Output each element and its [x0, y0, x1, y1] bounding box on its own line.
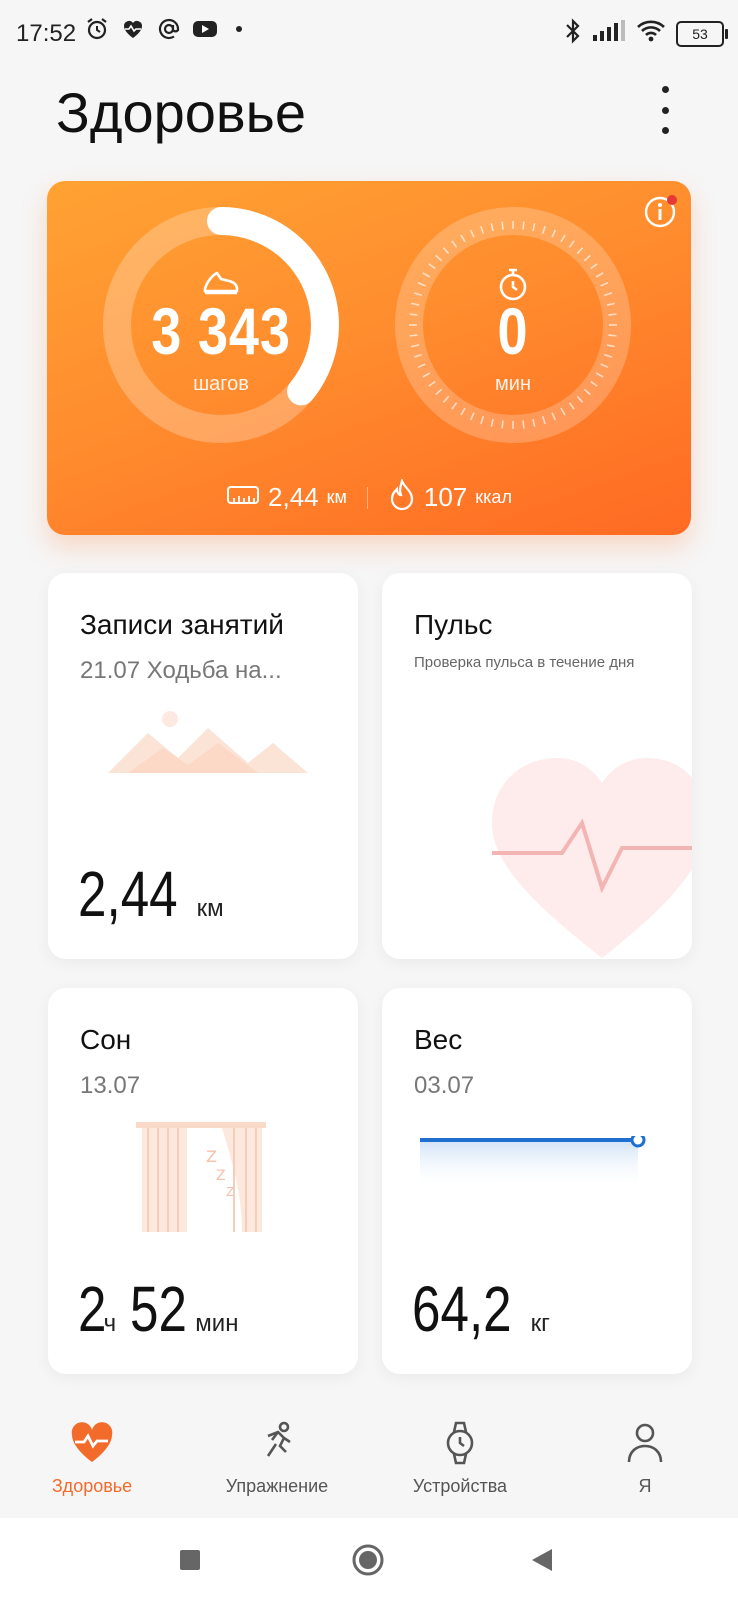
- steps-ring[interactable]: 3 343 шагов: [101, 205, 341, 445]
- tile-subtitle: 21.07 Ходьба на...: [80, 657, 282, 684]
- calories-stat: 107 ккал: [388, 477, 512, 516]
- flame-icon: [388, 477, 416, 516]
- back-button[interactable]: [522, 1540, 562, 1580]
- divider: [366, 486, 368, 509]
- watch-icon: [437, 1420, 483, 1466]
- steps-unit: шагов: [193, 373, 249, 395]
- tile-title: Записи занятий: [80, 609, 284, 640]
- signal-icon: [592, 20, 626, 47]
- active-minutes-value: 0: [497, 294, 529, 368]
- nav-profile[interactable]: Я: [565, 1406, 725, 1516]
- circle-icon: [352, 1544, 384, 1576]
- youtube-icon: [192, 16, 218, 42]
- nav-label: Упражнение: [225, 1476, 329, 1496]
- more-dot-icon: [661, 106, 669, 114]
- tile-subtitle: 13.07: [80, 1072, 141, 1099]
- weight-number: 64,2: [412, 1273, 512, 1345]
- nav-devices[interactable]: Устройства: [380, 1406, 540, 1516]
- weight-tile[interactable]: Вес 03.07 64,2 кг: [382, 988, 692, 1374]
- bluetooth-icon: [564, 18, 582, 49]
- workout-records-tile[interactable]: Записи занятий 21.07 Ходьба на... 2,44 к…: [48, 573, 358, 959]
- profile-icon: [622, 1420, 668, 1466]
- calories-value: 107: [423, 482, 468, 512]
- weight-trend-chart: [420, 1132, 650, 1201]
- svg-text:Z: Z: [226, 1185, 234, 1199]
- battery-indicator: 53: [676, 20, 728, 47]
- distance-value: 2,44: [268, 482, 319, 512]
- bottom-navigation: Здоровье Упражнение Устройства Я: [0, 1406, 738, 1518]
- weight-unit: кг: [530, 1310, 550, 1337]
- sleep-minutes-unit: мин: [195, 1310, 239, 1337]
- status-bar: 17:52 53: [0, 0, 738, 70]
- timer-tick: [501, 221, 504, 230]
- tile-description: Проверка пульса в течение дня: [414, 654, 635, 671]
- pulse-tile[interactable]: Пульс Проверка пульса в течение дня: [382, 573, 692, 959]
- sleep-tile[interactable]: Сон 13.07 Z Z Z 2 ч 52 мин: [48, 988, 358, 1374]
- tile-value: 2,44 км: [78, 857, 238, 931]
- distance-unit: км: [326, 487, 347, 507]
- curtain-illustration: Z Z Z: [136, 1122, 266, 1237]
- timer-tick: [501, 420, 504, 429]
- info-icon[interactable]: [643, 195, 677, 229]
- tile-title: Сон: [80, 1024, 132, 1055]
- tile-subtitle: 03.07: [414, 1072, 475, 1099]
- distance-unit: км: [196, 895, 224, 922]
- tile-title: Вес: [414, 1024, 463, 1055]
- tile-value: 2 ч 52 мин: [78, 1272, 252, 1346]
- nav-health[interactable]: Здоровье: [12, 1406, 172, 1516]
- more-dot-icon: [661, 86, 669, 93]
- page-title: Здоровье: [56, 81, 307, 144]
- at-icon: [156, 16, 182, 42]
- activity-summary-card[interactable]: 3 343 шагов 0 мин 2,44 км 107 ккал: [47, 181, 691, 535]
- nav-label: Я: [638, 1476, 652, 1496]
- svg-text:Z: Z: [206, 1147, 217, 1166]
- square-icon: [180, 1550, 200, 1570]
- tile-value: 64,2 кг: [412, 1272, 564, 1346]
- timer-tick: [522, 221, 525, 230]
- steps-value: 3 343: [151, 294, 291, 368]
- heart-icon: [69, 1420, 115, 1466]
- status-time: 17:52: [16, 20, 77, 47]
- active-minutes-unit: мин: [495, 373, 531, 395]
- more-notifications-dot: [236, 26, 242, 32]
- nav-exercise[interactable]: Упражнение: [197, 1406, 357, 1516]
- wifi-icon: [636, 19, 666, 48]
- sleep-minutes: 52: [130, 1273, 188, 1345]
- timer-tick: [522, 420, 525, 429]
- nav-label: Устройства: [412, 1476, 508, 1496]
- running-icon: [254, 1420, 300, 1466]
- system-navigation-bar: [0, 1518, 738, 1599]
- nav-label: Здоровье: [51, 1476, 133, 1496]
- distance-stat: 2,44 км: [226, 482, 347, 513]
- heart-illustration: [492, 753, 692, 959]
- active-minutes-ring[interactable]: 0 мин: [393, 205, 633, 445]
- home-button[interactable]: [348, 1540, 388, 1580]
- calories-unit: ккал: [475, 487, 512, 507]
- activity-stats: 2,44 км 107 ккал: [47, 477, 691, 516]
- heart-rate-icon: [120, 16, 146, 42]
- mountains-illustration: [108, 693, 308, 788]
- more-options-button[interactable]: [650, 86, 680, 134]
- more-dot-icon: [661, 127, 669, 134]
- svg-text:Z: Z: [216, 1168, 226, 1184]
- distance-number: 2,44: [78, 858, 178, 930]
- triangle-back-icon: [532, 1549, 552, 1571]
- sleep-hours: 2: [78, 1273, 107, 1345]
- tile-title: Пульс: [414, 609, 493, 640]
- alarm-icon: [84, 16, 110, 42]
- ruler-icon: [226, 484, 260, 511]
- recents-button[interactable]: [170, 1540, 210, 1580]
